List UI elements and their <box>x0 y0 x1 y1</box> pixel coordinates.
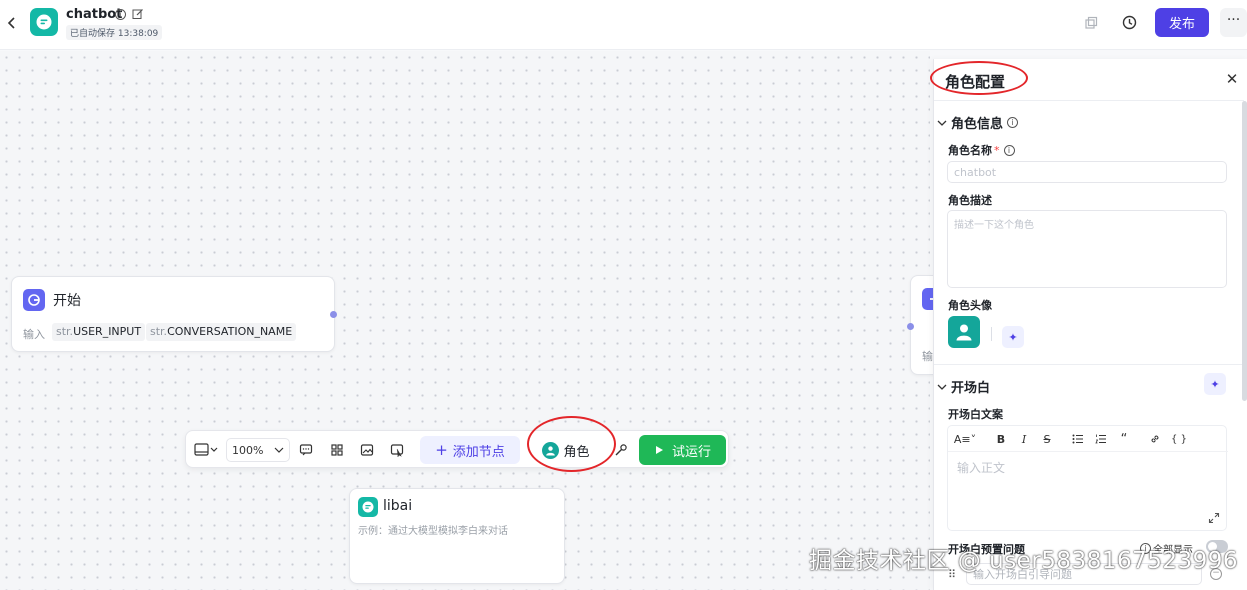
ai-generate-avatar-icon[interactable]: ✦ <box>1002 326 1024 348</box>
copy-icon[interactable] <box>1083 15 1099 31</box>
layout-icon[interactable] <box>326 438 348 462</box>
start-node-input-label: 输入 <box>23 328 45 341</box>
libai-node[interactable]: libai 示例：通过大模型模拟李白来对话 <box>349 488 565 584</box>
workflow-canvas[interactable]: 开始 输入 str.USER_INPUT str.CONVERSATION_NA… <box>0 51 950 590</box>
opening-section-header[interactable]: 开场白 <box>937 377 990 396</box>
libai-node-icon <box>358 497 378 517</box>
code-braces-icon[interactable]: { } <box>1171 431 1187 447</box>
role-info-section-header[interactable]: 角色信息 i <box>937 113 1019 132</box>
panel-title: 角色配置 <box>945 73 1006 91</box>
role-avatar[interactable] <box>948 316 980 348</box>
role-info-label: 角色信息 <box>951 117 1004 132</box>
app-name: chatbot <box>66 7 123 22</box>
font-size-icon[interactable]: A≡˅ <box>952 431 978 447</box>
quote-icon[interactable]: “ <box>1117 431 1131 447</box>
panel-scrollbar[interactable] <box>1242 101 1247 401</box>
var-tag: str.CONVERSATION_NAME <box>146 323 297 341</box>
plus-icon: + <box>435 440 448 459</box>
test-run-button[interactable]: 试运行 <box>639 435 726 465</box>
bold-icon[interactable]: B <box>994 431 1008 447</box>
chevron-down-icon <box>937 383 947 391</box>
ai-generate-opening-icon[interactable]: ✦ <box>1204 373 1226 395</box>
divider <box>934 364 1244 365</box>
end-node-input-label: 输 <box>922 350 933 363</box>
ordered-list-icon[interactable] <box>1094 431 1108 447</box>
app-logo <box>30 8 58 36</box>
libai-node-title: libai <box>383 498 413 514</box>
history-icon[interactable] <box>1121 14 1138 31</box>
chevron-down-icon <box>937 119 947 127</box>
pointer-mode-icon[interactable] <box>386 438 408 462</box>
add-node-button[interactable]: + 添加节点 <box>420 436 520 464</box>
zoom-select[interactable]: 100% <box>226 438 290 462</box>
start-output-port[interactable] <box>330 311 337 318</box>
role-name-input[interactable] <box>947 161 1227 183</box>
opening-label: 开场白 <box>951 381 991 396</box>
libai-node-description: 示例：通过大模型模拟李白来对话 <box>358 526 508 537</box>
start-node-icon <box>23 289 45 311</box>
top-header: chatbot i 已自动保存 13:38:09 发布 ··· <box>0 0 1247 50</box>
tools-icon[interactable] <box>610 438 632 462</box>
publish-button[interactable]: 发布 <box>1155 8 1209 37</box>
back-icon[interactable] <box>4 13 20 33</box>
bullet-list-icon[interactable] <box>1071 431 1085 447</box>
watermark: 掘金技术社区 @ user5838167523996 <box>809 548 1239 574</box>
close-icon[interactable]: ✕ <box>1224 71 1240 87</box>
divider <box>934 100 1244 101</box>
italic-icon[interactable]: I <box>1017 431 1031 447</box>
role-config-panel: 角色配置 ✕ 角色信息 i 角色名称* i 角色描述 角色头像 ✦ 开场白 ✦ … <box>933 59 1247 590</box>
expand-icon[interactable] <box>1208 512 1220 524</box>
test-run-label: 试运行 <box>671 444 711 460</box>
info-icon[interactable]: i <box>1003 144 1015 156</box>
image-icon[interactable] <box>356 438 378 462</box>
end-input-port[interactable] <box>907 323 914 330</box>
editor-placeholder: 输入正文 <box>957 461 1006 475</box>
info-icon[interactable]: i <box>1007 117 1019 128</box>
user-avatar-icon <box>542 441 560 459</box>
link-icon[interactable] <box>1148 431 1162 447</box>
role-button[interactable]: 角色 <box>536 438 596 462</box>
role-name-label: 角色名称 * i <box>948 142 1015 158</box>
role-desc-label: 角色描述 <box>948 194 992 207</box>
save-status: 已自动保存 13:38:09 <box>66 25 163 40</box>
opening-editor[interactable]: A≡˅ B I S “ { } 输入正文 <box>947 425 1228 531</box>
minimap-toggle[interactable] <box>192 438 222 462</box>
zoom-value: 100% <box>232 443 264 457</box>
more-button[interactable]: ··· <box>1220 8 1247 37</box>
opening-text-label: 开场白文案 <box>948 408 1003 421</box>
role-label: 角色 <box>563 444 590 460</box>
comment-icon[interactable] <box>295 438 317 462</box>
editor-toolbar: A≡˅ B I S “ { } <box>948 426 1228 452</box>
role-avatar-label: 角色头像 <box>948 299 992 312</box>
play-icon <box>655 446 663 454</box>
add-node-label: 添加节点 <box>452 444 505 460</box>
start-node-title: 开始 <box>53 293 81 309</box>
chevron-down-icon <box>274 447 284 453</box>
edit-icon[interactable] <box>132 8 144 20</box>
var-tag: str.USER_INPUT <box>52 323 146 341</box>
divider <box>991 327 992 341</box>
start-node[interactable]: 开始 输入 str.USER_INPUT str.CONVERSATION_NA… <box>11 276 335 352</box>
info-icon[interactable]: i <box>115 9 126 20</box>
role-desc-textarea[interactable] <box>947 210 1227 288</box>
canvas-toolbar: 100% + 添加节点 角色 试运行 <box>185 430 729 468</box>
strikethrough-icon[interactable]: S <box>1040 431 1054 447</box>
